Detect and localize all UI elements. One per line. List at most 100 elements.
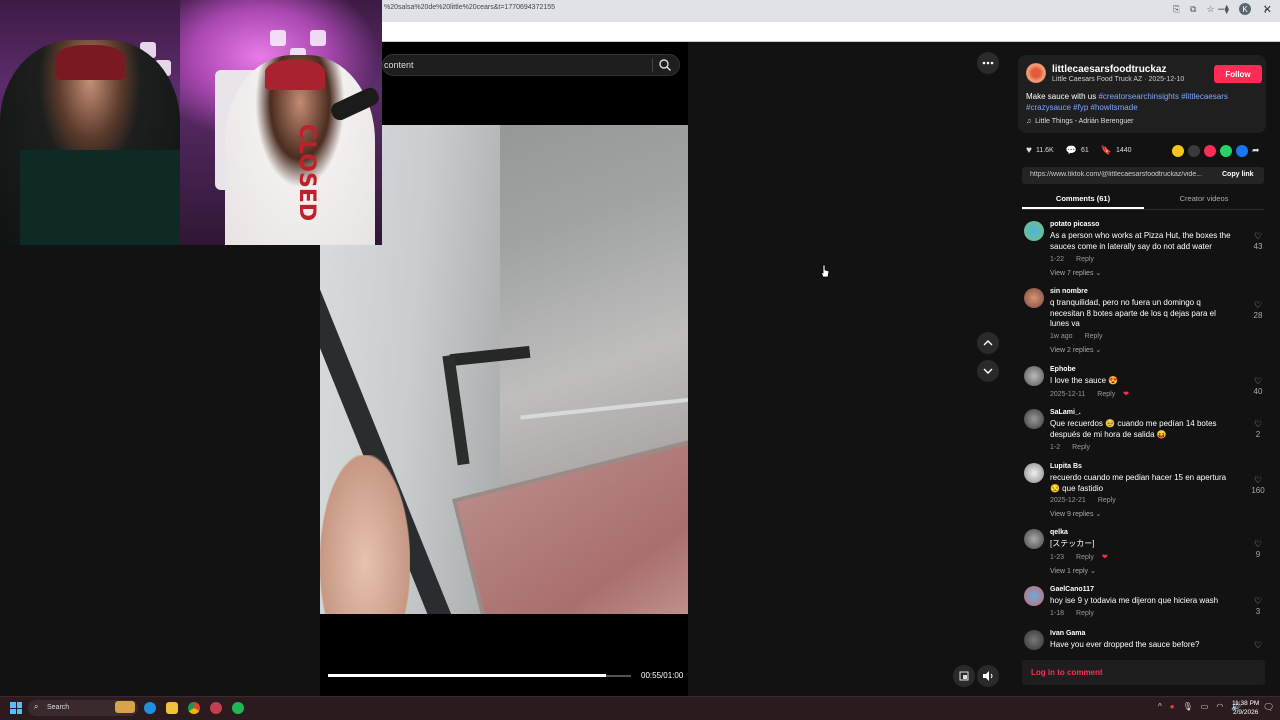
taskbar-search-label[interactable]: Search <box>47 704 69 711</box>
reply-button[interactable]: Reply <box>1076 554 1094 561</box>
notification-icon[interactable]: 🗨 <box>1263 702 1274 713</box>
comment-like-icon[interactable]: ♡ <box>1253 475 1263 486</box>
hashtag[interactable]: #fyp <box>1073 103 1088 112</box>
save-action[interactable]: 🔖 1440 <box>1101 145 1132 156</box>
app-tray-icon[interactable]: ● <box>1170 702 1175 711</box>
comment-user[interactable]: Lupita Bs <box>1050 463 1082 470</box>
comment-avatar[interactable] <box>1024 409 1044 429</box>
comment-avatar[interactable] <box>1024 586 1044 606</box>
more-options-button[interactable] <box>977 52 999 74</box>
comment-avatar[interactable] <box>1024 529 1044 549</box>
clock-date: 2/9/2026 <box>1233 709 1259 716</box>
volume-button[interactable] <box>977 665 999 687</box>
embed-icon[interactable] <box>1188 145 1200 157</box>
beanie <box>265 60 325 90</box>
comment-user[interactable]: potato picasso <box>1050 221 1099 228</box>
like-count: 11.6K <box>1035 147 1054 154</box>
view-replies[interactable]: View 2 replies ⌄ <box>1050 346 1101 354</box>
music-line[interactable]: ♫ Little Things - Adrián Berenguer <box>1026 118 1133 125</box>
hashtag[interactable]: #littlecaesars <box>1181 92 1228 101</box>
share-link[interactable]: https://www.tiktok.com/@littlecaesarsfoo… <box>1030 171 1216 178</box>
jersey <box>20 150 180 245</box>
comment-text: Que recuerdos 🥹 cuando me pedían 14 bote… <box>1050 419 1217 439</box>
comment-user[interactable]: Ivan Gama <box>1050 630 1085 637</box>
comment-avatar[interactable] <box>1024 463 1044 483</box>
view-replies[interactable]: View 9 replies ⌄ <box>1050 510 1101 518</box>
author-avatar[interactable] <box>1026 63 1046 83</box>
windows-start-icon[interactable] <box>10 702 22 714</box>
chrome-icon[interactable] <box>188 702 200 714</box>
hashtag[interactable]: #howitsmade <box>1091 103 1138 112</box>
reply-button[interactable]: Reply <box>1098 497 1116 504</box>
facebook-icon[interactable] <box>1236 145 1248 157</box>
hashtag[interactable]: #creatorsearchinsights <box>1098 92 1178 101</box>
next-video-button[interactable] <box>977 360 999 382</box>
comment-avatar[interactable] <box>1024 288 1044 308</box>
app-icon[interactable] <box>210 702 222 714</box>
follow-button[interactable]: Follow <box>1214 65 1262 83</box>
comment-like-icon[interactable]: ♡ <box>1253 640 1263 650</box>
comment-like-icon[interactable]: ♡ <box>1253 300 1263 311</box>
comment-like-icon[interactable]: ♡ <box>1253 419 1263 430</box>
share-arrow-icon[interactable]: ➦ <box>1252 145 1260 157</box>
search-icon[interactable] <box>658 58 672 72</box>
edge-icon[interactable] <box>144 702 156 714</box>
comment-action[interactable]: 💬 61 <box>1066 145 1089 156</box>
comment-date: 1-2 <box>1050 444 1061 451</box>
reply-button[interactable]: Reply <box>1072 444 1090 451</box>
comment-user[interactable]: qelka <box>1050 529 1068 536</box>
cast-icon[interactable]: ⧉ <box>1190 4 1196 15</box>
chevron-up-icon[interactable]: ^ <box>1158 702 1162 711</box>
login-to-comment-link[interactable]: Log in to comment <box>1031 668 1103 677</box>
reply-button[interactable]: Reply <box>1097 391 1115 398</box>
comment-avatar[interactable] <box>1024 630 1044 650</box>
search-input[interactable]: content <box>384 60 414 70</box>
like-action[interactable]: ♥ 11.6K <box>1026 145 1054 156</box>
picture-in-picture-button[interactable] <box>953 665 975 687</box>
network-icon[interactable]: ▭ <box>1201 702 1209 711</box>
comment-like-count: 160 <box>1251 486 1265 495</box>
author-handle[interactable]: littlecaesarsfoodtruckaz <box>1052 64 1167 75</box>
profile-avatar[interactable]: K <box>1239 3 1251 15</box>
comment-user[interactable]: GaelCano117 <box>1050 586 1094 593</box>
reply-button[interactable]: Reply <box>1076 256 1094 263</box>
tab-comments[interactable]: Comments (61) <box>1022 194 1144 203</box>
whatsapp-icon[interactable] <box>1220 145 1232 157</box>
comment-like-icon[interactable]: ♡ <box>1253 231 1263 242</box>
previous-video-button[interactable] <box>977 332 999 354</box>
view-replies-label[interactable]: View 2 replies <box>1050 347 1093 354</box>
comment-user[interactable]: SaLami_. <box>1050 409 1081 416</box>
friends-share-icon[interactable] <box>1172 145 1184 157</box>
comment-user[interactable]: Ephobe <box>1050 366 1076 373</box>
clock[interactable]: 11:38 PM 2/9/2026 <box>1232 699 1259 717</box>
microphone-icon[interactable]: 🎙 <box>1183 702 1193 711</box>
tab-creator-videos[interactable]: Creator videos <box>1144 194 1264 203</box>
spotify-icon[interactable] <box>232 702 244 714</box>
file-explorer-icon[interactable] <box>166 702 178 714</box>
hashtag[interactable]: #crazysauce <box>1026 103 1071 112</box>
comment-user[interactable]: sin nombre <box>1050 288 1088 295</box>
reply-button[interactable]: Reply <box>1076 610 1094 617</box>
view-replies-label[interactable]: View 1 reply <box>1050 568 1088 575</box>
wifi-icon[interactable]: ◠ <box>1216 702 1223 711</box>
extensions-icon[interactable]: ⧫ <box>1225 4 1229 15</box>
view-replies-label[interactable]: View 7 replies <box>1050 270 1093 277</box>
search-highlight-icon[interactable] <box>115 701 135 713</box>
comment-avatar[interactable] <box>1024 221 1044 241</box>
comment-like-icon[interactable]: ♡ <box>1253 596 1263 607</box>
comment-like-icon[interactable]: ♡ <box>1253 376 1263 387</box>
view-replies[interactable]: View 7 replies ⌄ <box>1050 269 1101 277</box>
view-replies-label[interactable]: View 9 replies <box>1050 511 1093 518</box>
comment-avatar[interactable] <box>1024 366 1044 386</box>
translate-icon[interactable]: ⎘ <box>1173 4 1180 15</box>
comment-like-icon[interactable]: ♡ <box>1253 539 1263 550</box>
copy-link-button[interactable]: Copy link <box>1222 171 1254 178</box>
reply-button[interactable]: Reply <box>1085 333 1103 340</box>
bookmark-star-icon[interactable]: ☆ <box>1206 4 1214 15</box>
view-replies[interactable]: View 1 reply ⌄ <box>1050 567 1096 575</box>
send-icon[interactable] <box>1204 145 1216 157</box>
music-title[interactable]: Little Things - Adrián Berenguer <box>1035 118 1133 125</box>
search-bar[interactable] <box>382 54 680 76</box>
url-text[interactable]: %20salsa%20de%20little%20cears&t=1770694… <box>384 4 555 11</box>
menu-icon[interactable]: ⋮ <box>1261 4 1270 15</box>
